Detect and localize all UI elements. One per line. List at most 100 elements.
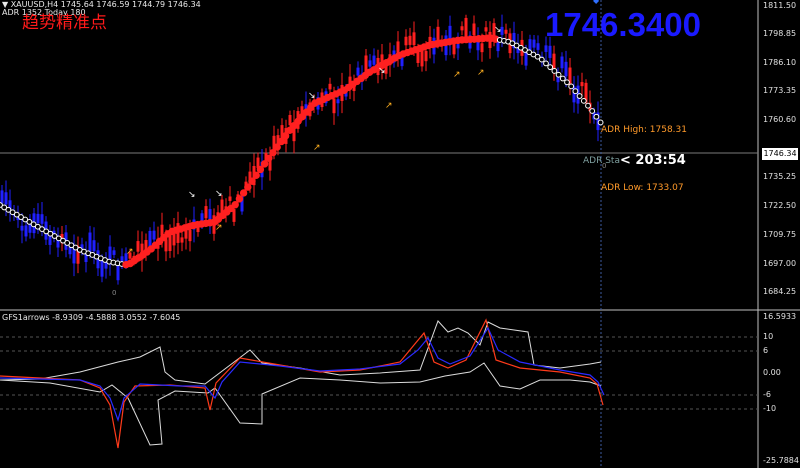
- trend-dot-white: [551, 68, 558, 74]
- indicator-tick: 6: [763, 346, 769, 355]
- trend-dot-white: [593, 113, 600, 120]
- candle-body: [152, 230, 156, 240]
- candle-body: [4, 192, 8, 205]
- price-tick: 1735.25: [763, 172, 797, 181]
- price-chart[interactable]: ↗ ↗ ↗ ↗ ↗ ↗ ↘ ↘ ↘ ↘ ↘: [0, 0, 800, 468]
- current-price-box: 1746.34: [762, 148, 798, 160]
- candle-body: [356, 67, 360, 76]
- buy-arrow-icon: ↗: [453, 70, 461, 80]
- candle-body: [88, 232, 92, 252]
- candle-body: [472, 23, 476, 36]
- candle-body: [408, 35, 412, 45]
- candle-body: [204, 206, 208, 219]
- candle-body: [536, 43, 540, 50]
- indicator-tick: 10: [763, 332, 774, 341]
- trend-dot-white: [547, 64, 554, 71]
- candle-body: [480, 43, 484, 53]
- candle-body: [544, 45, 548, 52]
- candle-body: [220, 199, 224, 213]
- price-tick: 1722.50: [763, 201, 797, 210]
- trend-dot-red: [231, 201, 239, 209]
- price-tick: 1760.60: [763, 115, 797, 124]
- buy-arrow-icon: ↗: [215, 223, 223, 233]
- trend-dot-red: [260, 160, 269, 168]
- candle-body: [464, 17, 468, 38]
- candle-body: [580, 82, 584, 87]
- candle-body: [40, 214, 44, 224]
- big-price-display: 1746.3400: [545, 6, 701, 43]
- trend-dot-red: [244, 183, 252, 191]
- candle-body: [412, 32, 416, 46]
- indicator-blue: [0, 326, 605, 422]
- candle-body: [424, 50, 428, 62]
- candle-body: [420, 49, 424, 67]
- trend-dot-white: [555, 71, 562, 78]
- indicator-red: [0, 318, 604, 449]
- buy-arrow-icon: ↗: [385, 101, 393, 111]
- adr-low-label: ADR Low: 1733.07: [601, 183, 684, 193]
- indicator-title: GFS1arrows -8.9309 -4.5888 3.0552 -7.604…: [2, 313, 181, 322]
- adr-high-label: ADR High: 1758.31: [601, 125, 687, 135]
- buy-arrow-icon: ↗: [313, 143, 321, 153]
- trend-dot-white: [564, 79, 570, 86]
- candle-body: [336, 99, 340, 104]
- time-marker-icon[interactable]: ◆: [593, 0, 599, 5]
- trend-dot-red: [252, 171, 260, 180]
- candle-body: [548, 45, 552, 58]
- sell-arrow-icon: ↘: [308, 91, 316, 101]
- candle-body: [456, 44, 460, 49]
- candle-body: [452, 44, 456, 55]
- sell-arrow-icon: ↘: [188, 190, 196, 200]
- buy-arrow-icon: ↗: [477, 68, 485, 78]
- trend-dot-red: [235, 195, 244, 203]
- right-marker-label: 0: [602, 162, 607, 170]
- trend-dot-white: [543, 60, 549, 67]
- candle-body: [112, 250, 116, 255]
- trend-dot-white: [589, 108, 596, 114]
- price-tick: 1709.75: [763, 230, 797, 239]
- trend-dot-red: [269, 148, 277, 157]
- price-tick: 1811.50: [763, 1, 797, 10]
- trend-dot-white: [538, 56, 545, 63]
- trend-dot-white: [572, 88, 579, 95]
- indicator-caption: 趋势精准点: [22, 13, 107, 33]
- candle-body: [24, 225, 28, 237]
- candle-body: [460, 26, 464, 31]
- candle-body: [180, 237, 184, 243]
- candle-body: [372, 55, 376, 65]
- price-tick: 1798.85: [763, 29, 797, 38]
- trend-dot-red: [265, 154, 273, 162]
- signal-arrow-series: ↗ ↗ ↗ ↗ ↗ ↗ ↘ ↘ ↘ ↘ ↘: [126, 25, 502, 257]
- price-tick: 1786.10: [763, 58, 797, 67]
- trend-dot-white: [559, 75, 566, 82]
- indicator-tick: 16.5933: [763, 312, 797, 321]
- candle-body: [436, 26, 440, 41]
- candle-body: [484, 27, 488, 32]
- indicator-white-upper: [0, 320, 602, 385]
- indicator-tick: -25.7884: [763, 456, 799, 465]
- indicator-tick: 0.00: [763, 368, 781, 377]
- candle-body: [160, 224, 164, 236]
- trend-dot-red: [277, 137, 286, 146]
- trend-dot-white: [576, 93, 583, 99]
- candle-body: [92, 240, 96, 252]
- price-tick: 1697.00: [763, 259, 797, 268]
- candle-body: [100, 259, 104, 277]
- price-tick: 1773.35: [763, 86, 797, 95]
- trend-dot-red: [239, 189, 248, 197]
- sell-arrow-icon: ↘: [494, 25, 502, 35]
- candle-body: [496, 42, 500, 52]
- sell-arrow-icon: ↘: [215, 189, 223, 199]
- price-tick: 1684.25: [763, 287, 797, 296]
- candle-body: [164, 239, 168, 252]
- candlestick-series: [0, 14, 600, 285]
- candle-body: [20, 225, 24, 231]
- candle-body: [504, 29, 508, 34]
- indicator-series: [0, 318, 605, 449]
- candle-body: [368, 60, 372, 67]
- candle-body: [332, 98, 336, 114]
- indicator-tick: -10: [763, 404, 777, 413]
- candle-body: [532, 39, 536, 48]
- candle-body: [136, 241, 140, 252]
- trend-dot-red: [256, 165, 265, 174]
